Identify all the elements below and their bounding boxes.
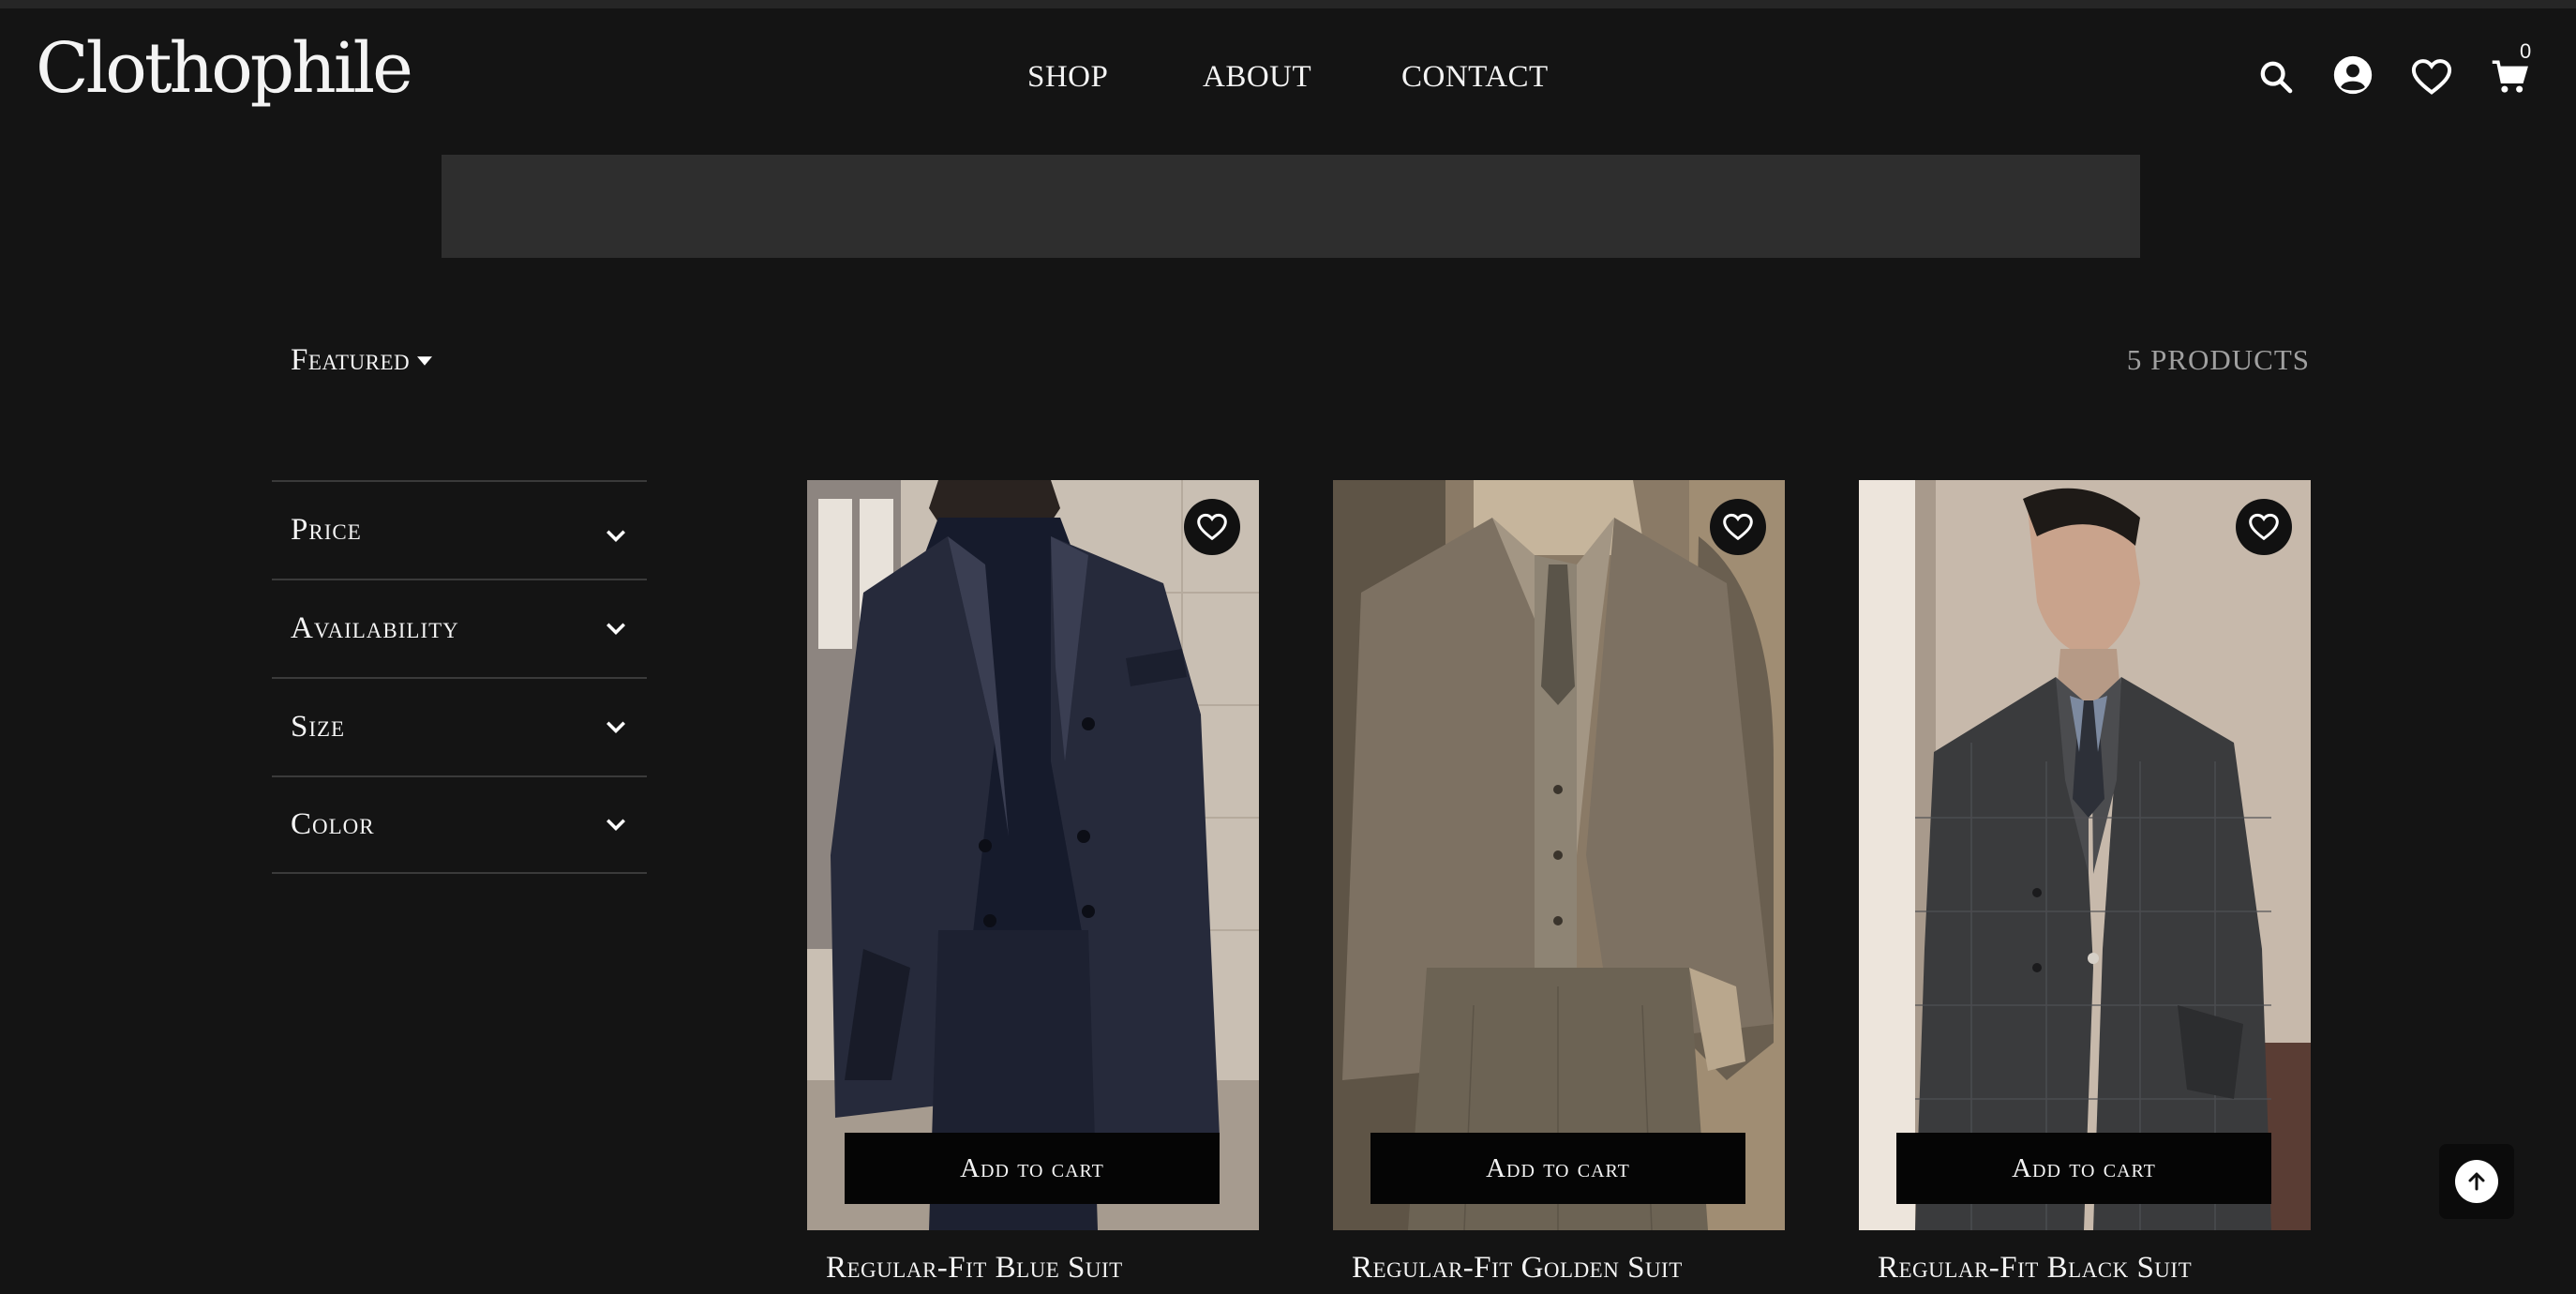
chevron-down-icon: [607, 623, 625, 635]
product-image[interactable]: Add to cart: [1859, 480, 2311, 1230]
product-name[interactable]: Regular-Fit Golden Suit: [1333, 1251, 1785, 1286]
nav-contact[interactable]: CONTACT: [1401, 60, 1549, 95]
product-name[interactable]: Regular-Fit Black Suit: [1859, 1251, 2311, 1286]
filter-price[interactable]: Price: [272, 480, 647, 579]
add-to-cart-button[interactable]: Add to cart: [1370, 1133, 1745, 1204]
top-strip: [0, 0, 2576, 8]
product-photo: [1333, 480, 1785, 1230]
filter-availability[interactable]: Availability: [272, 579, 647, 677]
product-image[interactable]: Add to cart: [1333, 480, 1785, 1230]
caret-down-icon: [417, 355, 433, 366]
filter-sidebar: Price Availability Size Color: [272, 480, 647, 874]
wishlist-button[interactable]: [1184, 499, 1240, 555]
heart-icon: [1197, 513, 1227, 541]
brand-logo[interactable]: Clothophile: [36, 34, 413, 103]
nav-about[interactable]: ABOUT: [1203, 60, 1311, 95]
product-photo: [807, 480, 1259, 1230]
sort-dropdown[interactable]: Featured: [291, 343, 433, 378]
wishlist-button[interactable]: [1710, 499, 1766, 555]
product-card[interactable]: Add to cart Regular-Fit Black Suit: [1859, 480, 2311, 1286]
heart-icon: [1723, 513, 1753, 541]
add-to-cart-button[interactable]: Add to cart: [845, 1133, 1220, 1204]
filter-label: Color: [291, 807, 375, 841]
sort-label: Featured: [291, 343, 411, 377]
cart-count-badge: 0: [2520, 39, 2532, 63]
product-name[interactable]: Regular-Fit Blue Suit: [807, 1251, 1259, 1286]
account-icon[interactable]: [2332, 54, 2374, 96]
filter-label: Availability: [291, 611, 459, 645]
promo-banner: [442, 155, 2140, 258]
chevron-down-icon: [607, 819, 625, 831]
arrow-up-icon: [2455, 1160, 2498, 1203]
back-to-top-button[interactable]: [2439, 1144, 2514, 1219]
product-card[interactable]: Add to cart Regular-Fit Golden Suit: [1333, 480, 1785, 1286]
heart-icon: [2249, 513, 2279, 541]
add-to-cart-button[interactable]: Add to cart: [1896, 1133, 2271, 1204]
chevron-down-icon: [607, 721, 625, 733]
wishlist-heart-icon[interactable]: [2411, 56, 2452, 98]
product-count: 5 PRODUCTS: [2126, 343, 2310, 376]
product-card[interactable]: Add to cart Regular-Fit Blue Suit: [807, 480, 1259, 1286]
search-icon[interactable]: [2255, 56, 2297, 98]
filter-label: Size: [291, 710, 346, 744]
filter-label: Price: [291, 513, 362, 547]
product-image[interactable]: Add to cart: [807, 480, 1259, 1230]
filter-size[interactable]: Size: [272, 677, 647, 775]
product-photo: [1859, 480, 2311, 1230]
wishlist-button[interactable]: [2236, 499, 2292, 555]
nav-shop[interactable]: SHOP: [1027, 60, 1108, 95]
chevron-down-icon: [607, 530, 625, 542]
filter-color[interactable]: Color: [272, 775, 647, 874]
